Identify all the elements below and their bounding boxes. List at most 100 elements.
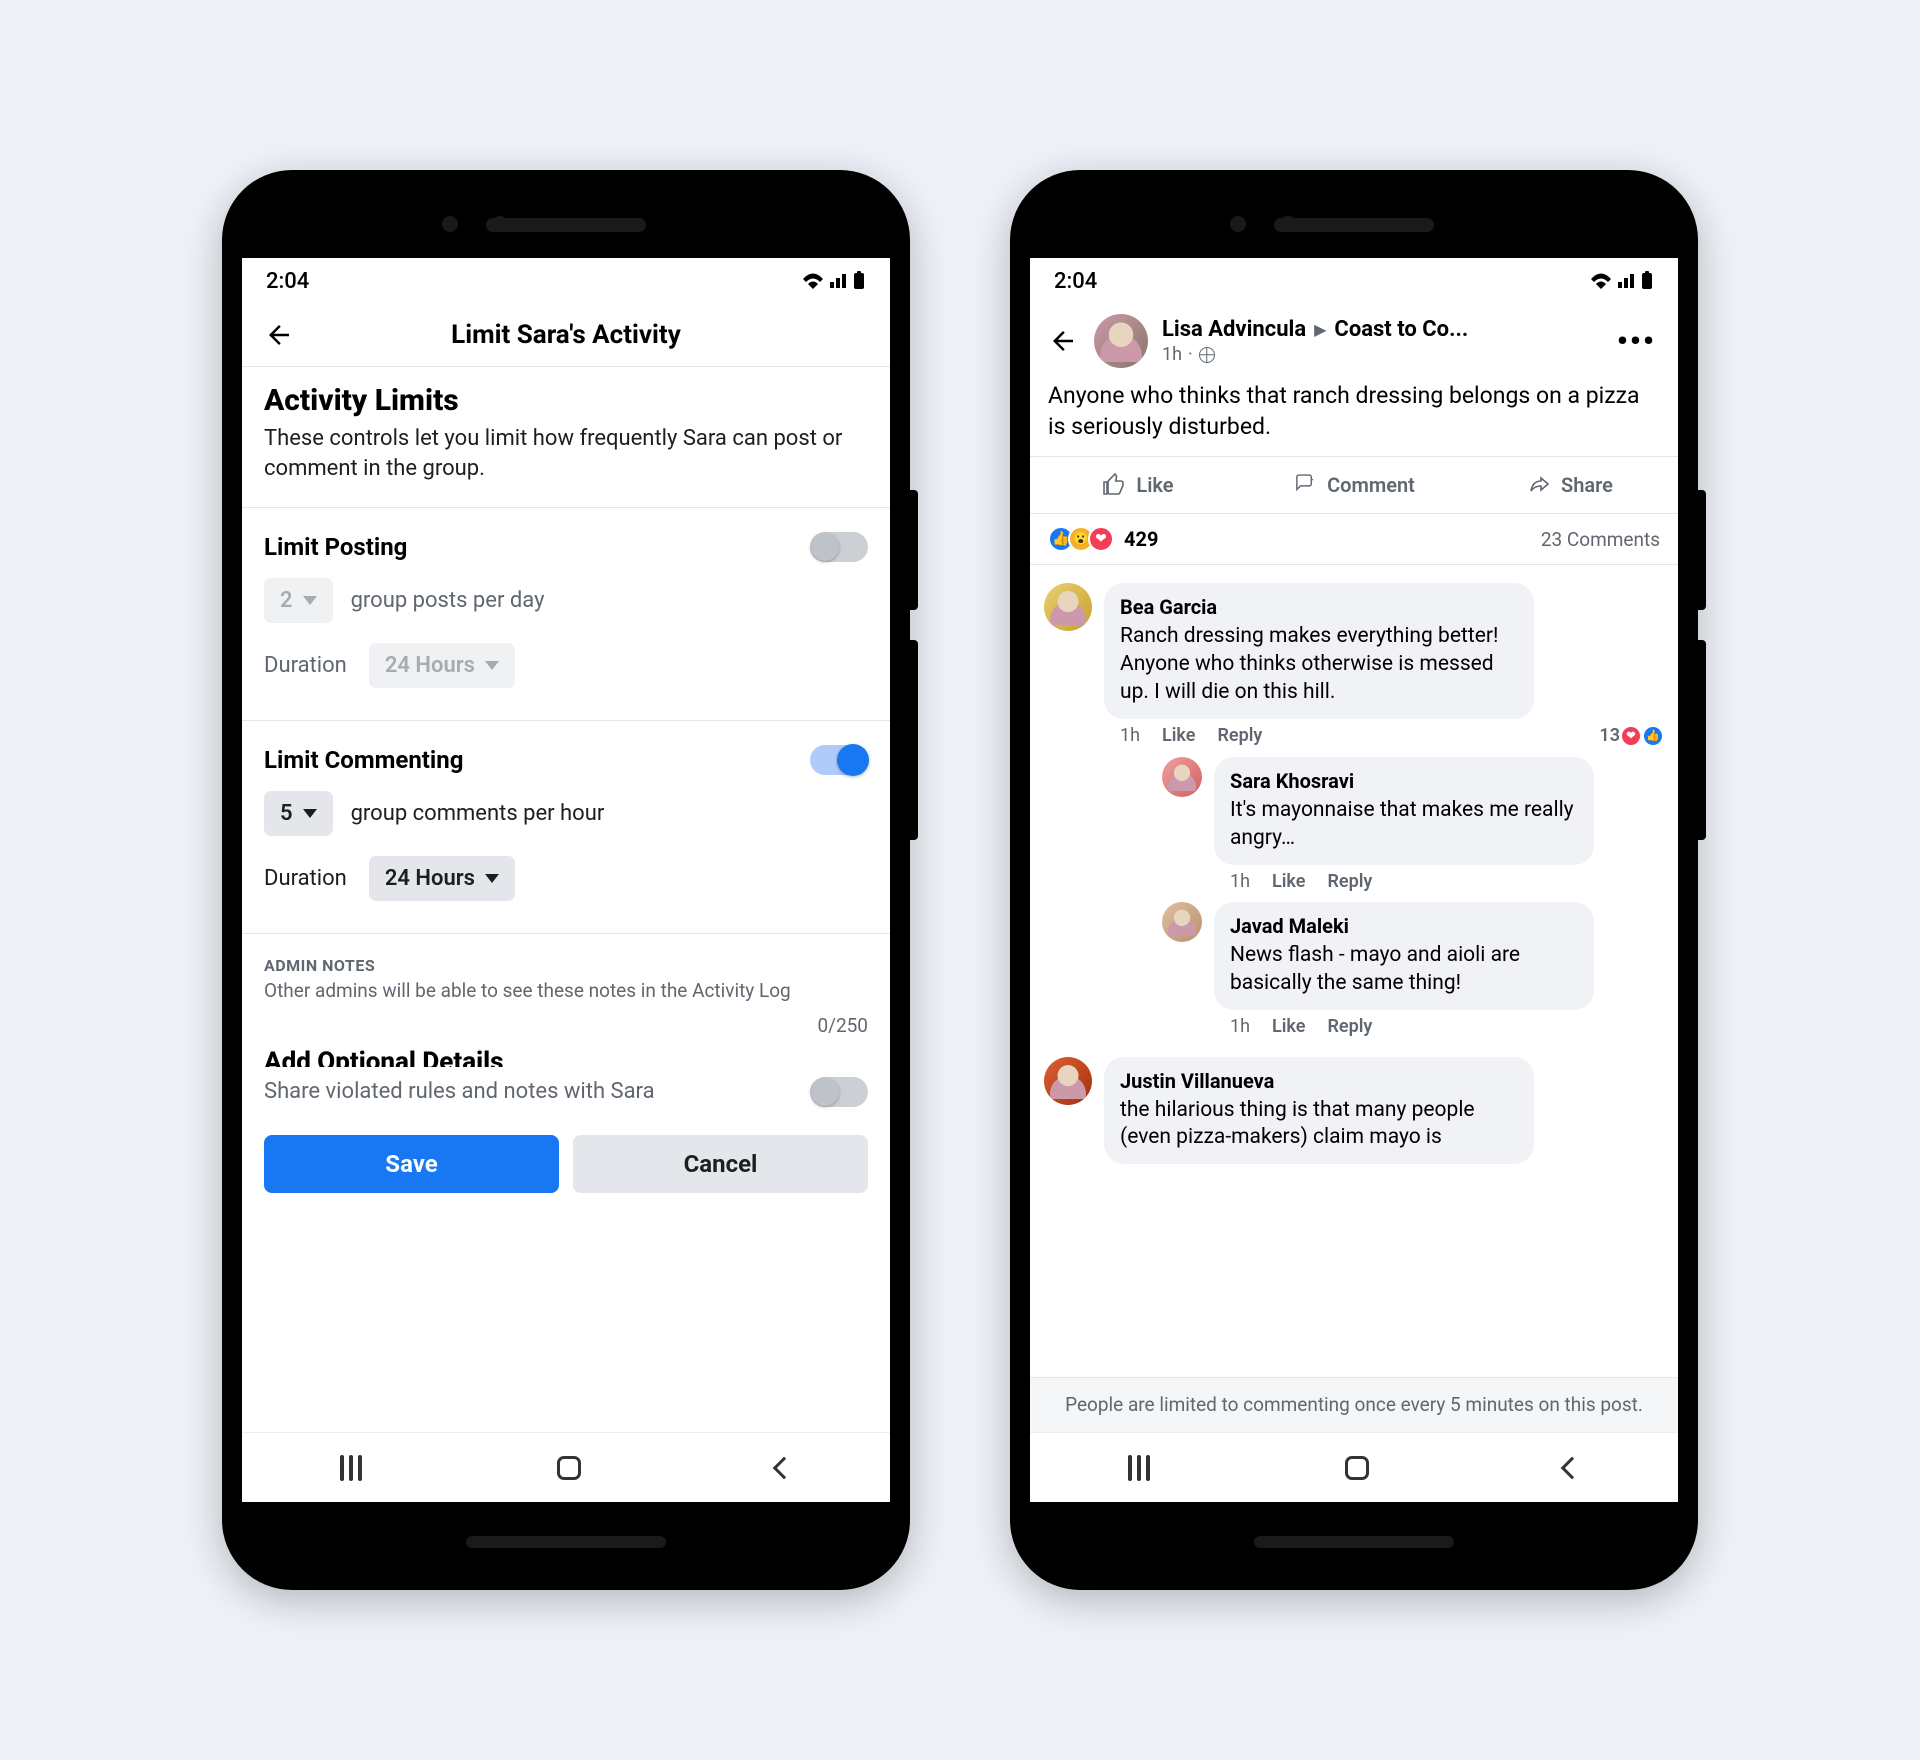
comment-time: 1h bbox=[1230, 871, 1250, 892]
comment-text: News flash - mayo and aioli are basicall… bbox=[1230, 942, 1578, 998]
status-icons bbox=[1590, 271, 1654, 291]
commenting-duration-label: Duration bbox=[264, 866, 347, 891]
commenter-avatar[interactable] bbox=[1044, 583, 1092, 631]
limit-commenting-toggle[interactable] bbox=[810, 745, 868, 775]
arrow-left-icon bbox=[264, 320, 294, 350]
comment-bubble[interactable]: Javad Maleki News flash - mayo and aioli… bbox=[1214, 902, 1594, 1010]
comment-bubble[interactable]: Sara Khosravi It's mayonnaise that makes… bbox=[1214, 757, 1594, 865]
share-icon bbox=[1527, 473, 1551, 497]
like-reaction-icon: 👍 bbox=[1642, 725, 1664, 747]
commenter-avatar[interactable] bbox=[1162, 902, 1202, 942]
globe-icon bbox=[1199, 347, 1215, 363]
commenter-name: Javad Maleki bbox=[1230, 914, 1578, 938]
status-time: 2:04 bbox=[266, 269, 309, 294]
optional-details-heading: Add Optional Details bbox=[242, 1047, 890, 1067]
reaction-count: 429 bbox=[1124, 527, 1158, 551]
home-button[interactable] bbox=[1345, 1456, 1369, 1480]
thumb-up-icon bbox=[1102, 473, 1126, 497]
posting-duration-select[interactable]: 24 Hours bbox=[369, 643, 515, 688]
admin-notes-title: ADMIN NOTES bbox=[264, 956, 868, 975]
triangle-separator-icon: ▶ bbox=[1314, 320, 1326, 339]
status-bar: 2:04 bbox=[242, 258, 890, 304]
commenter-name: Bea Garcia bbox=[1120, 595, 1518, 619]
share-button[interactable]: Share bbox=[1462, 457, 1678, 513]
limit-posting-label: Limit Posting bbox=[264, 533, 407, 561]
comment-reply-button[interactable]: Reply bbox=[1327, 1016, 1372, 1037]
comment-text: the hilarious thing is that many people … bbox=[1120, 1097, 1518, 1153]
cancel-button[interactable]: Cancel bbox=[573, 1135, 868, 1193]
phone-mockup-left: 2:04 Limit Sara's Activity Activity Limi… bbox=[222, 170, 910, 1590]
status-icons bbox=[802, 271, 866, 291]
post-body: Anyone who thinks that ranch dressing be… bbox=[1030, 380, 1678, 456]
comment-text: It's mayonnaise that makes me really ang… bbox=[1230, 797, 1578, 853]
comment-like-button[interactable]: Like bbox=[1272, 1016, 1305, 1037]
love-reaction-icon: ❤ bbox=[1620, 725, 1642, 747]
comment-time: 1h bbox=[1230, 1016, 1250, 1037]
android-nav-bar bbox=[242, 1432, 890, 1502]
back-button[interactable] bbox=[262, 318, 296, 352]
commenting-duration-select[interactable]: 24 Hours bbox=[369, 856, 515, 901]
post-actions: Like Comment Share bbox=[1030, 456, 1678, 514]
comment-bubble[interactable]: Bea Garcia Ranch dressing makes everythi… bbox=[1104, 583, 1534, 719]
commenter-avatar[interactable] bbox=[1044, 1057, 1092, 1105]
comments-list: Bea Garcia Ranch dressing makes everythi… bbox=[1030, 565, 1678, 1377]
android-nav-bar bbox=[1030, 1432, 1678, 1502]
reactions-summary[interactable]: 👍 😮 ❤ 429 23 Comments bbox=[1030, 514, 1678, 565]
author-name[interactable]: Lisa Advincula bbox=[1162, 317, 1306, 342]
comment-item: Bea Garcia Ranch dressing makes everythi… bbox=[1044, 583, 1664, 1046]
posting-unit-label: group posts per day bbox=[351, 588, 545, 613]
commenter-avatar[interactable] bbox=[1162, 757, 1202, 797]
commenting-unit-label: group comments per hour bbox=[351, 801, 605, 826]
admin-notes-desc: Other admins will be able to see these n… bbox=[264, 979, 868, 1004]
limit-posting-toggle[interactable] bbox=[810, 532, 868, 562]
comment-limit-banner: People are limited to commenting once ev… bbox=[1030, 1377, 1678, 1432]
page-title: Limit Sara's Activity bbox=[296, 320, 836, 350]
posting-duration-label: Duration bbox=[264, 653, 347, 678]
comment-time: 1h bbox=[1120, 725, 1140, 746]
comment-like-button[interactable]: Like bbox=[1162, 725, 1195, 746]
group-name[interactable]: Coast to Co... bbox=[1334, 317, 1468, 342]
arrow-left-icon bbox=[1048, 326, 1078, 356]
commenter-name: Sara Khosravi bbox=[1230, 769, 1578, 793]
post-header: Lisa Advincula ▶ Coast to Co... 1h · ••• bbox=[1030, 304, 1678, 380]
reply-item: Sara Khosravi It's mayonnaise that makes… bbox=[1162, 757, 1664, 892]
like-button[interactable]: Like bbox=[1030, 457, 1246, 513]
chevron-down-icon bbox=[485, 874, 499, 883]
comment-button[interactable]: Comment bbox=[1246, 457, 1462, 513]
post-time: 1h bbox=[1162, 344, 1182, 365]
system-back-button[interactable] bbox=[773, 1456, 796, 1479]
commenter-name: Justin Villanueva bbox=[1120, 1069, 1518, 1093]
comments-count[interactable]: 23 Comments bbox=[1541, 528, 1660, 551]
reply-item: Javad Maleki News flash - mayo and aioli… bbox=[1162, 902, 1664, 1037]
recent-apps-button[interactable] bbox=[340, 1455, 362, 1481]
save-button[interactable]: Save bbox=[264, 1135, 559, 1193]
status-bar: 2:04 bbox=[1030, 258, 1678, 304]
limit-commenting-label: Limit Commenting bbox=[264, 746, 463, 774]
comment-item: Justin Villanueva the hilarious thing is… bbox=[1044, 1057, 1664, 1165]
commenting-count-select[interactable]: 5 bbox=[264, 791, 333, 836]
chevron-down-icon bbox=[303, 596, 317, 605]
love-reaction-icon: ❤ bbox=[1088, 526, 1114, 552]
char-counter: 0/250 bbox=[242, 1010, 890, 1047]
chevron-down-icon bbox=[303, 809, 317, 818]
share-rules-toggle[interactable] bbox=[810, 1077, 868, 1107]
comment-reactions[interactable]: 13 ❤ 👍 bbox=[1599, 725, 1664, 747]
chevron-down-icon bbox=[485, 661, 499, 670]
comment-text: Ranch dressing makes everything better! … bbox=[1120, 623, 1518, 707]
author-avatar[interactable] bbox=[1094, 314, 1148, 368]
comment-reply-button[interactable]: Reply bbox=[1217, 725, 1262, 746]
recent-apps-button[interactable] bbox=[1128, 1455, 1150, 1481]
comment-reply-button[interactable]: Reply bbox=[1327, 871, 1372, 892]
comment-like-button[interactable]: Like bbox=[1272, 871, 1305, 892]
home-button[interactable] bbox=[557, 1456, 581, 1480]
system-back-button[interactable] bbox=[1561, 1456, 1584, 1479]
status-time: 2:04 bbox=[1054, 269, 1097, 294]
phone-mockup-right: 2:04 Lisa Advincula ▶ Coast to Co... bbox=[1010, 170, 1698, 1590]
app-header: Limit Sara's Activity bbox=[242, 304, 890, 367]
section-description: These controls let you limit how frequen… bbox=[264, 424, 868, 483]
section-heading: Activity Limits bbox=[264, 383, 868, 418]
more-options-button[interactable]: ••• bbox=[1611, 324, 1662, 359]
back-button[interactable] bbox=[1046, 324, 1080, 358]
comment-bubble[interactable]: Justin Villanueva the hilarious thing is… bbox=[1104, 1057, 1534, 1165]
posting-count-select[interactable]: 2 bbox=[264, 578, 333, 623]
